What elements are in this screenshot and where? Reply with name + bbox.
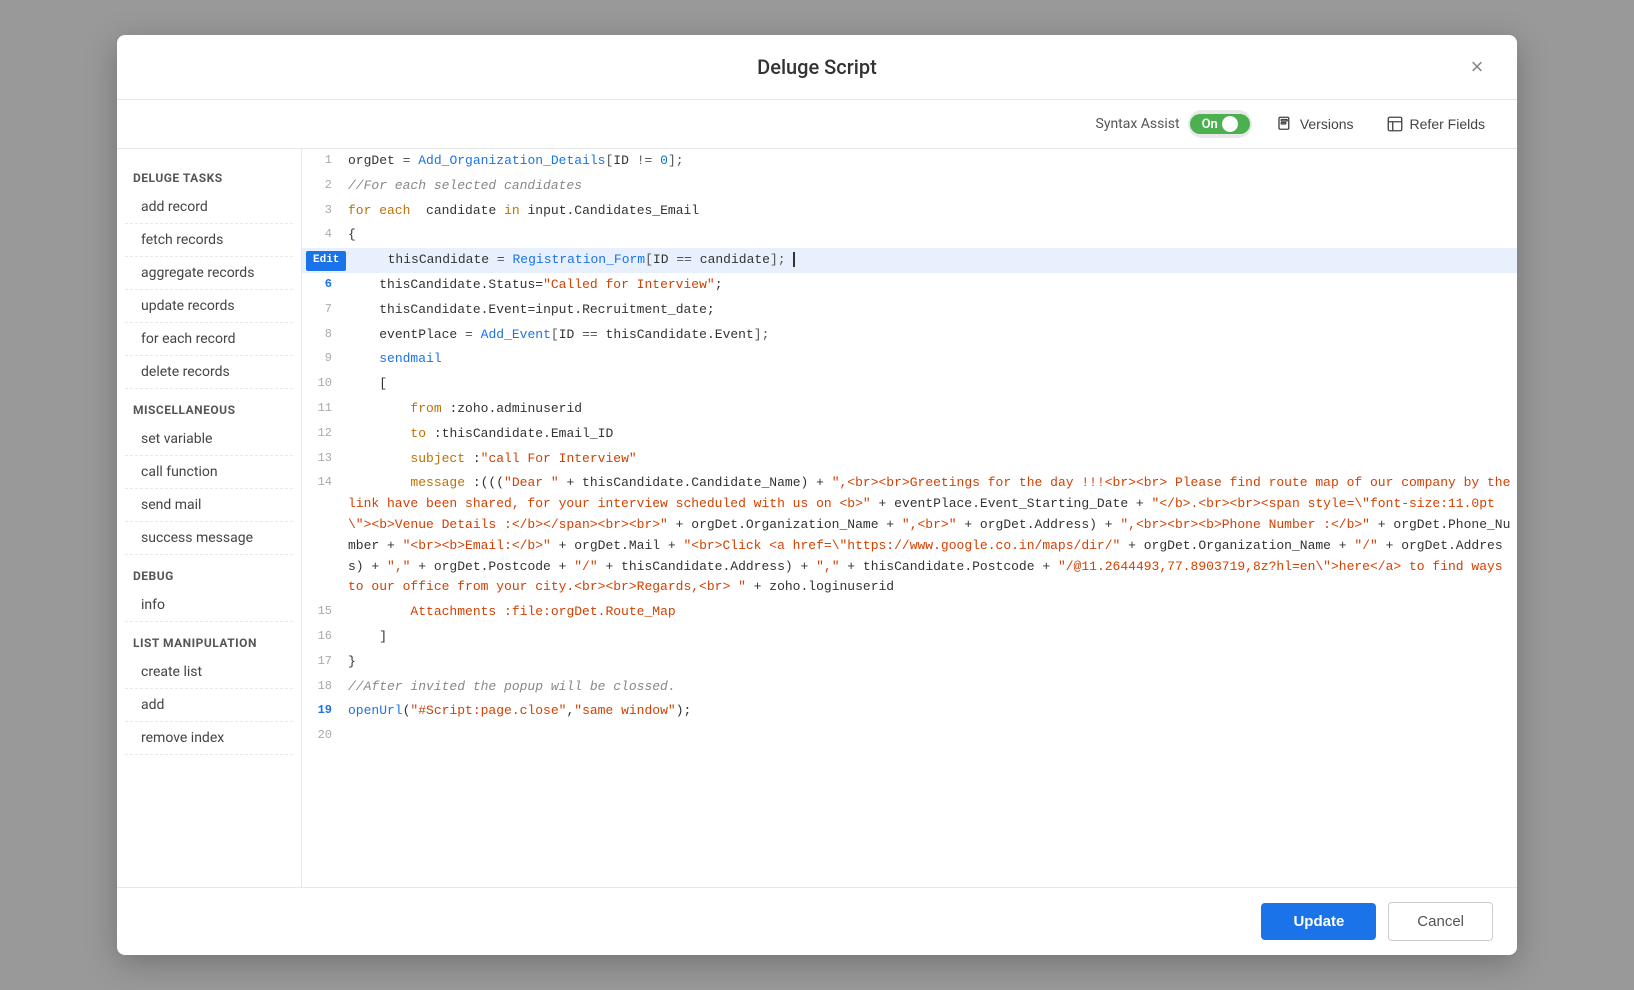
sidebar-item-add-record[interactable]: add record bbox=[125, 191, 293, 224]
code-line-7: 7 thisCandidate.Event=input.Recruitment_… bbox=[302, 298, 1517, 323]
close-button[interactable]: × bbox=[1461, 51, 1493, 83]
code-line-11: 11 from :zoho.adminuserid bbox=[302, 397, 1517, 422]
sidebar: Deluge Tasks add record fetch records ag… bbox=[117, 149, 302, 887]
modal-title: Deluge Script bbox=[173, 55, 1461, 79]
toggle-on-indicator: On bbox=[1190, 114, 1250, 134]
sidebar-item-update-records[interactable]: update records bbox=[125, 290, 293, 323]
toggle-dot bbox=[1222, 116, 1238, 132]
syntax-assist-toggle[interactable]: On bbox=[1188, 110, 1252, 138]
code-line-9: 9 sendmail bbox=[302, 347, 1517, 372]
update-button[interactable]: Update bbox=[1261, 903, 1376, 940]
code-line-16: 16 ] bbox=[302, 625, 1517, 650]
code-line-6: 6 thisCandidate.Status="Called for Inter… bbox=[302, 273, 1517, 298]
code-line-3: 3 for each candidate in input.Candidates… bbox=[302, 199, 1517, 224]
cancel-button[interactable]: Cancel bbox=[1388, 902, 1493, 941]
sidebar-item-for-each-record[interactable]: for each record bbox=[125, 323, 293, 356]
code-line-13: 13 subject :"call For Interview" bbox=[302, 447, 1517, 472]
sidebar-item-info[interactable]: info bbox=[125, 589, 293, 622]
toolbar: Syntax Assist On Versions Refer F bbox=[117, 100, 1517, 149]
sidebar-item-aggregate-records[interactable]: aggregate records bbox=[125, 257, 293, 290]
code-line-19: 19 openUrl("#Script:page.close","same wi… bbox=[302, 699, 1517, 724]
sidebar-item-send-mail[interactable]: send mail bbox=[125, 489, 293, 522]
list-manipulation-section-label: List Manipulation bbox=[117, 622, 301, 656]
code-line-1: 1 orgDet = Add_Organization_Details[ID !… bbox=[302, 149, 1517, 174]
syntax-assist-label: Syntax Assist bbox=[1096, 116, 1180, 132]
miscellaneous-section-label: Miscellaneous bbox=[117, 389, 301, 423]
code-line-20: 20 bbox=[302, 724, 1517, 749]
code-editor[interactable]: 1 orgDet = Add_Organization_Details[ID !… bbox=[302, 149, 1517, 887]
code-line-4: 4 { bbox=[302, 223, 1517, 248]
code-line-17: 17 } bbox=[302, 650, 1517, 675]
code-line-5-edit: Edit thisCandidate = Registration_Form[I… bbox=[302, 248, 1517, 273]
code-line-14: 14 message :((("Dear " + thisCandidate.C… bbox=[302, 471, 1517, 600]
code-line-2: 2 //For each selected candidates bbox=[302, 174, 1517, 199]
content-area: Deluge Tasks add record fetch records ag… bbox=[117, 149, 1517, 887]
syntax-assist-container: Syntax Assist On bbox=[1096, 110, 1252, 138]
sidebar-item-create-list[interactable]: create list bbox=[125, 656, 293, 689]
versions-button[interactable]: Versions bbox=[1268, 111, 1362, 137]
sidebar-item-success-message[interactable]: success message bbox=[125, 522, 293, 555]
code-line-8: 8 eventPlace = Add_Event[ID == thisCandi… bbox=[302, 323, 1517, 348]
sidebar-item-add[interactable]: add bbox=[125, 689, 293, 722]
sidebar-item-fetch-records[interactable]: fetch records bbox=[125, 224, 293, 257]
code-line-12: 12 to :thisCandidate.Email_ID bbox=[302, 422, 1517, 447]
debug-section-label: Debug bbox=[117, 555, 301, 589]
sidebar-item-delete-records[interactable]: delete records bbox=[125, 356, 293, 389]
code-line-15: 15 Attachments :file:orgDet.Route_Map bbox=[302, 600, 1517, 625]
sidebar-item-call-function[interactable]: call function bbox=[125, 456, 293, 489]
edit-badge: Edit bbox=[306, 251, 346, 271]
refer-fields-button[interactable]: Refer Fields bbox=[1378, 111, 1493, 137]
modal-footer: Update Cancel bbox=[117, 887, 1517, 955]
code-line-10: 10 [ bbox=[302, 372, 1517, 397]
refer-fields-label: Refer Fields bbox=[1410, 116, 1485, 132]
modal-header: Deluge Script × bbox=[117, 35, 1517, 100]
code-line-18: 18 //After invited the popup will be clo… bbox=[302, 675, 1517, 700]
deluge-script-modal: Deluge Script × Syntax Assist On Version… bbox=[117, 35, 1517, 955]
versions-label: Versions bbox=[1300, 116, 1354, 132]
deluge-tasks-section-label: Deluge Tasks bbox=[117, 157, 301, 191]
sidebar-item-set-variable[interactable]: set variable bbox=[125, 423, 293, 456]
sidebar-item-remove-index[interactable]: remove index bbox=[125, 722, 293, 755]
